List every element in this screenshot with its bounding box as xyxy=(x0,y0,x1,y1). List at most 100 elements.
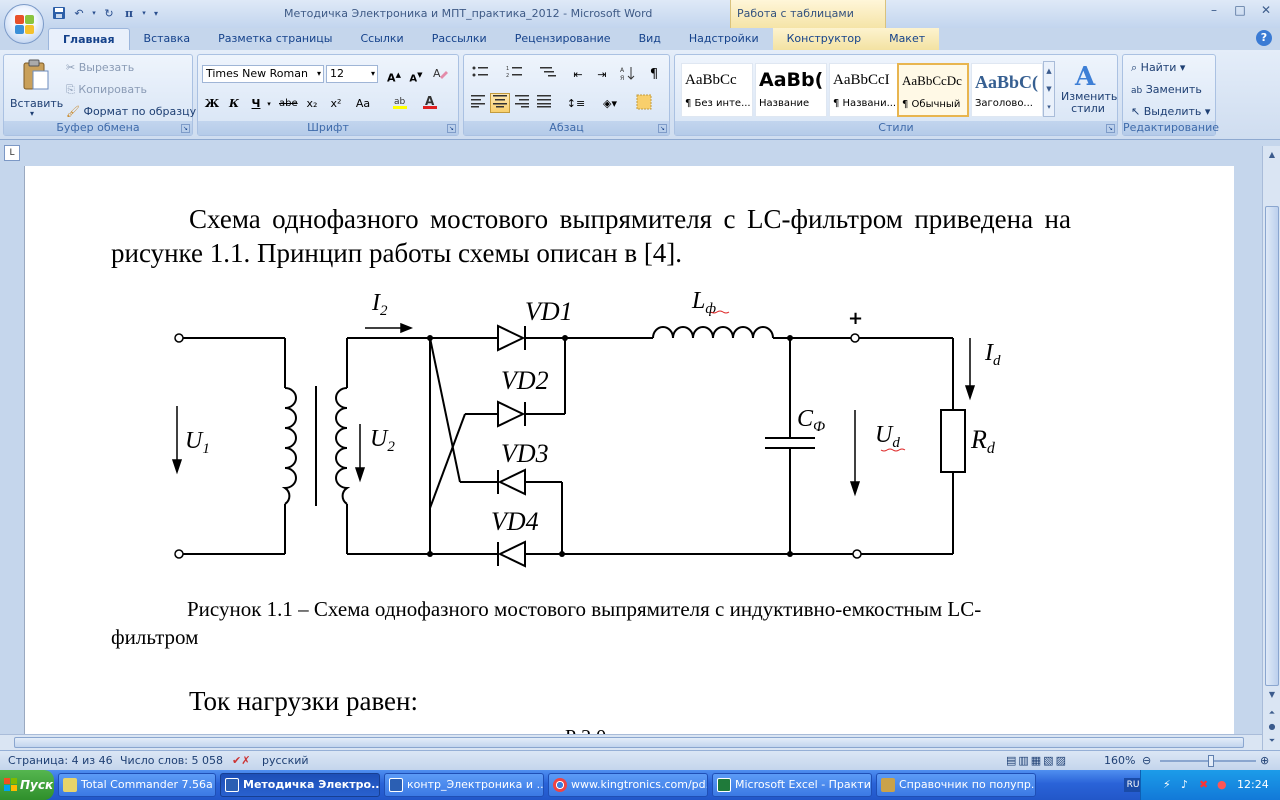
font-size-select[interactable]: 12 ▾ xyxy=(326,65,378,83)
taskbar-item-word[interactable]: Методичка Электро... xyxy=(220,773,380,797)
antivirus-icon[interactable]: ● xyxy=(1217,778,1227,791)
clock[interactable]: 12:24 xyxy=(1237,778,1269,791)
subscript-button[interactable]: x₂ xyxy=(302,93,322,113)
scroll-thumb[interactable] xyxy=(1265,206,1279,686)
scroll-down-icon[interactable]: ▼ xyxy=(1265,688,1279,702)
document-page[interactable]: Схема однофазного мостового выпрямителя … xyxy=(24,166,1234,734)
save-icon[interactable] xyxy=(50,4,68,22)
dropdown-arrow-icon[interactable]: ▾ xyxy=(90,4,98,22)
language-indicator[interactable]: русский xyxy=(262,754,309,767)
line-spacing-icon[interactable]: ↕≡ xyxy=(562,93,590,113)
sort-icon[interactable]: AЯ xyxy=(618,64,638,84)
style-caption[interactable]: AaBbCcI ¶ Названи... xyxy=(829,63,901,117)
strikethrough-button[interactable]: abe xyxy=(278,93,298,113)
zoom-slider[interactable] xyxy=(1160,755,1256,767)
taskbar-item-reference[interactable]: Справочник по полупр... xyxy=(876,773,1036,797)
taskbar-item-excel[interactable]: Microsoft Excel - Практи... xyxy=(712,773,872,797)
office-button[interactable] xyxy=(4,4,44,44)
close-button[interactable]: ✕ xyxy=(1256,2,1276,18)
paste-button[interactable]: Вставить ▾ xyxy=(8,57,63,121)
clear-format-icon[interactable]: A xyxy=(430,64,450,84)
tab-view[interactable]: Вид xyxy=(625,28,675,50)
tab-design[interactable]: Конструктор xyxy=(772,28,876,50)
scroll-up-icon[interactable]: ▲ xyxy=(1265,148,1279,162)
style-no-spacing[interactable]: AaBbCc ¶ Без инте... xyxy=(681,63,753,117)
volume-icon[interactable]: ♪ xyxy=(1181,778,1188,791)
zoom-in-icon[interactable]: ⊕ xyxy=(1260,754,1269,767)
proofing-icon[interactable]: ✔✗ xyxy=(232,754,250,767)
style-normal[interactable]: AaBbCcDc ¶ Обычный xyxy=(897,63,969,117)
superscript-button[interactable]: x² xyxy=(326,93,346,113)
ruler-toggle-icon[interactable]: L xyxy=(4,145,20,161)
tab-review[interactable]: Рецензирование xyxy=(501,28,625,50)
maximize-button[interactable]: □ xyxy=(1230,2,1250,18)
dropdown-arrow-icon[interactable]: ▾ xyxy=(264,93,274,113)
customize-qat-icon[interactable]: ▾ xyxy=(150,4,162,22)
tab-addins[interactable]: Надстройки xyxy=(675,28,773,50)
bullets-icon[interactable] xyxy=(468,64,496,84)
borders-icon[interactable] xyxy=(630,93,658,113)
highlight-icon[interactable]: ab xyxy=(390,93,410,113)
next-page-icon[interactable]: ⏷ xyxy=(1265,734,1279,748)
tab-page-layout[interactable]: Разметка страницы xyxy=(204,28,346,50)
horizontal-scrollbar[interactable] xyxy=(0,734,1262,750)
show-formatting-marks-icon[interactable]: ¶ xyxy=(644,64,664,84)
dialog-launcher-icon[interactable]: ↘ xyxy=(181,124,190,133)
shrink-font-icon[interactable]: A▼ xyxy=(406,64,426,84)
select-button[interactable]: ↖ Выделить ▾ xyxy=(1131,105,1210,118)
zoom-out-icon[interactable]: ⊖ xyxy=(1142,754,1151,767)
italic-button[interactable]: К xyxy=(224,93,244,113)
shading-icon[interactable]: ◈▾ xyxy=(596,93,624,113)
zoom-slider-thumb[interactable] xyxy=(1208,755,1214,767)
redo-icon[interactable]: ↻ xyxy=(100,4,118,22)
start-button[interactable]: Пуск xyxy=(0,770,54,800)
styles-scroll[interactable]: ▲ ▼ ▾ xyxy=(1043,61,1055,117)
numbering-icon[interactable]: 12 xyxy=(502,64,530,84)
page-count[interactable]: Страница: 4 из 46 xyxy=(8,754,113,767)
network-icon[interactable]: ⚡ xyxy=(1163,778,1171,791)
change-case-button[interactable]: Aa xyxy=(350,93,376,113)
security-icon[interactable]: ✖ xyxy=(1199,778,1208,791)
style-heading[interactable]: AaBbC( Заголово... xyxy=(971,63,1043,117)
dialog-launcher-icon[interactable]: ↘ xyxy=(447,124,456,133)
dialog-launcher-icon[interactable]: ↘ xyxy=(1106,124,1115,133)
align-center-icon[interactable] xyxy=(490,93,510,113)
align-right-icon[interactable] xyxy=(512,93,532,113)
dialog-launcher-icon[interactable]: ↘ xyxy=(658,124,667,133)
tab-insert[interactable]: Вставка xyxy=(130,28,205,50)
browse-object-icon[interactable]: ● xyxy=(1265,720,1279,734)
vertical-scrollbar[interactable]: ▲ ▼ ⏶ ● ⏷ xyxy=(1262,146,1280,750)
align-left-icon[interactable] xyxy=(468,93,488,113)
minimize-button[interactable]: – xyxy=(1204,2,1224,18)
pi-icon[interactable]: π xyxy=(120,4,138,22)
taskbar-item-total-commander[interactable]: Total Commander 7.56a ... xyxy=(58,773,216,797)
prev-page-icon[interactable]: ⏶ xyxy=(1265,706,1279,720)
change-styles-button[interactable]: A Изменить стили xyxy=(1059,59,1117,121)
tab-mailings[interactable]: Рассылки xyxy=(418,28,501,50)
hscroll-thumb[interactable] xyxy=(14,737,1244,748)
taskbar-item-chrome[interactable]: www.kingtronics.com/pd... xyxy=(548,773,708,797)
style-title[interactable]: AaBb( Название xyxy=(755,63,827,117)
increase-indent-icon[interactable]: ⇥ xyxy=(592,64,612,84)
zoom-level[interactable]: 160% xyxy=(1104,754,1135,767)
tab-references[interactable]: Ссылки xyxy=(346,28,417,50)
undo-icon[interactable]: ↶ xyxy=(70,4,88,22)
tab-home[interactable]: Главная xyxy=(48,28,130,50)
decrease-indent-icon[interactable]: ⇤ xyxy=(568,64,588,84)
word-count[interactable]: Число слов: 5 058 xyxy=(120,754,223,767)
find-button[interactable]: ⌕ Найти ▾ xyxy=(1131,61,1185,75)
cut-button[interactable]: ✂ Вырезать xyxy=(66,61,134,74)
font-color-icon[interactable]: A xyxy=(420,93,440,113)
taskbar-item-word-2[interactable]: контр_Электроника и ... xyxy=(384,773,544,797)
format-painter-button[interactable]: 🖌 Формат по образцу xyxy=(66,105,196,118)
dropdown-arrow-icon[interactable]: ▾ xyxy=(140,4,148,22)
multilevel-list-icon[interactable] xyxy=(536,64,564,84)
tab-layout[interactable]: Макет xyxy=(875,28,940,50)
font-family-select[interactable]: Times New Roman ▾ xyxy=(202,65,324,83)
copy-button[interactable]: ⎘ Копировать xyxy=(66,83,147,97)
replace-button[interactable]: ab Заменить xyxy=(1131,83,1202,96)
help-icon[interactable]: ? xyxy=(1256,30,1272,46)
grow-font-icon[interactable]: A▲ xyxy=(384,64,404,85)
view-buttons[interactable]: ▤▥▦▧▨ xyxy=(1006,754,1068,767)
bold-button[interactable]: Ж xyxy=(202,93,222,113)
